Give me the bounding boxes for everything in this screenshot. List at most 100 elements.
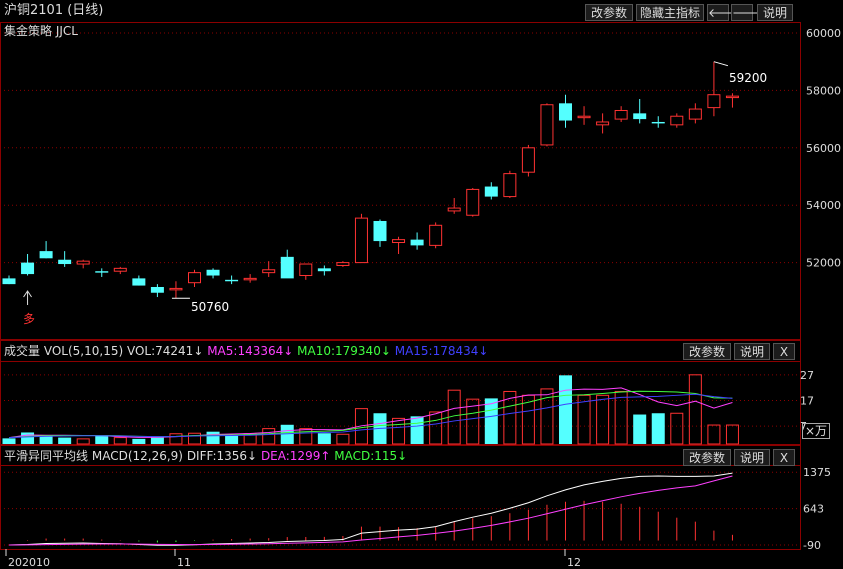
candle — [58, 251, 72, 267]
macd-change-params-button[interactable]: 改参数 — [683, 449, 731, 466]
macd-explain-button[interactable]: 说明 — [734, 449, 770, 466]
volume-bar — [596, 394, 610, 445]
explain-button[interactable]: 说明 — [757, 4, 793, 21]
volume-bar — [670, 412, 684, 445]
low-price-annotation: 50760 — [191, 300, 230, 314]
candle-body — [577, 115, 591, 119]
candle-body — [429, 224, 443, 246]
candle-body — [317, 268, 331, 272]
hide-main-indicator-button[interactable]: 隐藏主指标 — [636, 4, 704, 21]
candle-body — [559, 103, 572, 121]
volume-tick-label: 17 — [800, 394, 814, 407]
candle-body — [410, 239, 424, 246]
candle — [540, 103, 554, 147]
arrow-left-icon[interactable]: 🡐 — [707, 4, 740, 21]
volume-bar — [688, 374, 702, 445]
candle — [354, 213, 368, 264]
candle-body — [447, 207, 461, 212]
x-axis-tick-label: 12 — [567, 556, 581, 569]
volume-bar — [336, 433, 350, 445]
change-params-button[interactable]: 改参数 — [585, 4, 633, 21]
volume-bar — [21, 432, 35, 444]
price-tick-label: 54000 — [806, 199, 841, 212]
candle-body — [225, 279, 239, 282]
candle — [688, 103, 702, 124]
volume-bar — [392, 417, 406, 445]
candle-body — [280, 256, 294, 279]
macd-tick-label: 643 — [803, 503, 824, 516]
macd-diff-line — [8, 472, 733, 546]
volume-bar — [206, 431, 220, 444]
volume-bar — [95, 435, 109, 444]
volume-bar — [484, 398, 498, 444]
main-panel-border — [0, 22, 801, 340]
macd-close-button[interactable]: X — [773, 449, 795, 466]
candle — [707, 61, 721, 117]
candle-body — [503, 173, 517, 198]
candle — [243, 274, 257, 283]
candle — [521, 144, 535, 177]
volume-bar — [76, 438, 90, 445]
volume-bar — [317, 433, 331, 444]
macd-series — [8, 472, 733, 546]
volume-explain-button[interactable]: 说明 — [734, 343, 770, 360]
main-indicator-label: 集金策略 JJCL — [4, 24, 78, 38]
axis-labels: 6000058000560005400052000271771375643-90… — [5, 27, 841, 569]
arrow-right-icon[interactable]: 🡒 — [731, 4, 764, 21]
candle — [206, 268, 220, 279]
x-axis-tick-label: 11 — [177, 556, 191, 569]
macd-panel-title: 平滑异同平均线 MACD(12,26,9) DIFF:1356↓ DEA:129… — [4, 449, 408, 463]
candle — [373, 219, 387, 247]
volume-bar — [725, 424, 739, 445]
volume-bars — [2, 374, 739, 445]
candle — [559, 94, 572, 128]
volume-bar — [559, 375, 572, 444]
macd-dea-line — [8, 475, 733, 546]
volume-ma-lines — [8, 387, 733, 439]
candle — [392, 236, 406, 254]
candle-body — [2, 278, 16, 285]
candle-body — [354, 217, 368, 264]
candle-body — [670, 115, 684, 126]
candle-body — [58, 259, 72, 265]
chart-canvas: 6000058000560005400052000271771375643-90… — [0, 22, 841, 569]
candle-body — [262, 269, 276, 274]
chart-title: 沪铜2101 (日线) — [4, 3, 104, 18]
candle-body — [688, 108, 702, 120]
candle — [132, 275, 146, 286]
volume-bar — [132, 438, 146, 444]
candle-body — [466, 188, 480, 216]
candle — [262, 261, 276, 277]
volume-change-params-button[interactable]: 改参数 — [683, 343, 731, 360]
volume-bar — [707, 424, 721, 445]
candle — [317, 265, 331, 276]
volume-bar — [2, 438, 16, 444]
candle — [76, 259, 90, 269]
volume-bar — [113, 437, 127, 445]
volume-bar — [633, 414, 647, 444]
candle-body — [707, 94, 721, 109]
panel-grid — [0, 22, 801, 550]
volume-unit-label[interactable]: ×万 — [802, 423, 831, 439]
candle-body — [21, 262, 35, 275]
candle — [336, 261, 350, 267]
candle-body — [243, 277, 257, 281]
high-annotation-pointer — [713, 61, 729, 67]
candle-body — [150, 286, 164, 293]
candle-body — [132, 278, 146, 286]
candle — [503, 170, 517, 199]
candle — [614, 106, 628, 122]
candle-body — [614, 109, 628, 120]
candle-body — [206, 269, 220, 276]
candle-body — [336, 262, 350, 266]
candle — [651, 116, 665, 128]
candle — [150, 284, 164, 298]
volume-bar — [614, 390, 628, 445]
price-tick-label: 60000 — [806, 27, 841, 40]
candle — [447, 198, 461, 214]
long-signal-label: 多 — [23, 312, 36, 326]
volume-bar — [58, 437, 72, 444]
candle — [577, 106, 591, 125]
volume-close-button[interactable]: X — [773, 343, 795, 360]
candle-body — [299, 263, 313, 277]
